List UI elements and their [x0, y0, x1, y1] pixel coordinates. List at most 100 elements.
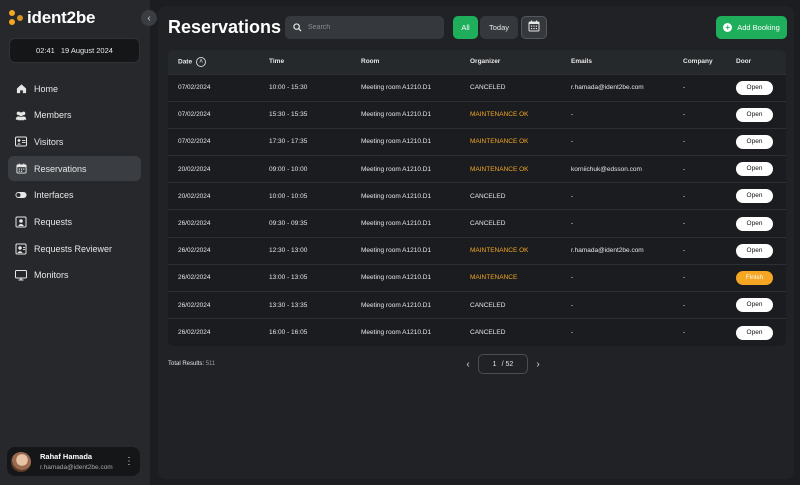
filter-all-button[interactable]: All [453, 16, 478, 39]
door-open-button[interactable]: Open [736, 107, 773, 122]
home-icon [15, 83, 27, 95]
cell-room: Meeting room A1210.D1 [361, 111, 432, 119]
column-header-room: Room [361, 58, 380, 66]
total-results: Total Results: 511 [168, 361, 215, 367]
sidebar-item-monitors[interactable]: Monitors [8, 263, 141, 288]
door-finish-button[interactable]: Finish [736, 270, 773, 285]
cell-email: - [571, 192, 574, 200]
user-info: Rahaf Hamada r.hamada@ident2be.com [40, 452, 124, 471]
cell-date: 26/02/2024 [178, 274, 211, 282]
sort-icon[interactable]: ˄ [196, 56, 207, 67]
column-header-organizer: Organizer [470, 58, 501, 66]
clock-date: 19 August 2024 [60, 46, 113, 55]
column-header-date[interactable]: Date ˄ [168, 50, 259, 74]
cell-time: 09:00 - 10:00 [269, 165, 308, 173]
add-booking-button[interactable]: + Add Booking [716, 16, 787, 39]
cell-organizer: CANCELED [470, 220, 506, 228]
cell-room: Meeting room A1210.D1 [361, 84, 432, 92]
cell-time: 12:30 - 13:00 [269, 247, 308, 255]
sidebar-item-label: Requests [34, 216, 73, 227]
search-icon [293, 19, 302, 37]
door-open-button[interactable]: Open [736, 216, 773, 231]
sidebar-item-label: Visitors [34, 136, 64, 147]
table-row[interactable]: 26/02/2024 13:00 - 13:05 Meeting room A1… [168, 264, 786, 291]
calendar-icon [528, 19, 540, 37]
date-picker-button[interactable] [521, 16, 547, 39]
cell-room: Meeting room A1210.D1 [361, 301, 432, 309]
table-row[interactable]: 20/02/2024 09:00 - 10:00 Meeting room A1… [168, 155, 786, 183]
table-row[interactable]: 26/02/2024 16:00 - 16:05 Meeting room A1… [168, 318, 786, 346]
page-title: Reservations [168, 17, 282, 37]
reservations-table: Date ˄ Time Room Organizer Emails Company… [168, 50, 786, 346]
sidebar-item-label: Members [34, 110, 72, 121]
sidebar-item-requests[interactable]: Requests [8, 209, 141, 234]
cell-organizer: CANCELED [470, 192, 506, 200]
brand-logo[interactable]: ident2be [9, 8, 96, 28]
more-options-icon[interactable]: ⋮ [124, 456, 134, 467]
table-row[interactable]: 26/02/2024 12:30 - 13:00 Meeting room A1… [168, 237, 786, 264]
door-open-button[interactable]: Open [736, 243, 773, 258]
sidebar-item-reservations[interactable]: Reservations [8, 156, 141, 182]
search-box[interactable] [285, 16, 444, 39]
user-email: r.hamada@ident2be.com [40, 464, 113, 471]
user-name: Rahaf Hamada [40, 452, 93, 461]
door-open-button[interactable]: Open [736, 189, 773, 204]
cell-room: Meeting room A1210.D1 [361, 247, 432, 255]
cell-date: 26/02/2024 [178, 329, 211, 337]
cell-company: - [683, 192, 686, 200]
sidebar-item-members[interactable]: Members [8, 103, 141, 128]
table-row[interactable]: 07/02/2024 17:30 - 17:35 Meeting room A1… [168, 128, 786, 155]
add-booking-label: Add Booking [737, 23, 780, 32]
cell-room: Meeting room A1210.D1 [361, 192, 432, 200]
collapse-sidebar-button[interactable]: ‹ [141, 10, 157, 26]
door-open-button[interactable]: Open [736, 80, 773, 95]
page-indicator[interactable]: 1 / 52 [478, 354, 528, 374]
sidebar-item-home[interactable]: Home [8, 76, 141, 101]
cell-company: - [683, 111, 686, 119]
user-profile-card[interactable]: Rahaf Hamada r.hamada@ident2be.com ⋮ [7, 447, 140, 476]
door-open-button[interactable]: Open [736, 325, 773, 340]
members-icon [15, 109, 27, 121]
cell-organizer: MAINTENANCE [470, 274, 518, 282]
date-time-display: 02:41 19 August 2024 [9, 38, 140, 63]
sidebar: ident2be 02:41 19 August 2024 Home Membe… [0, 0, 150, 485]
clock-time: 02:41 [36, 46, 55, 55]
total-results-label: Total Results: [168, 361, 205, 367]
total-results-value: 511 [205, 361, 216, 367]
table-row[interactable]: 26/02/2024 09:30 - 09:35 Meeting room A1… [168, 209, 786, 237]
cell-company: - [683, 165, 686, 173]
table-row[interactable]: 07/02/2024 15:30 - 15:35 Meeting room A1… [168, 101, 786, 128]
table-row[interactable]: 20/02/2024 10:00 - 10:05 Meeting room A1… [168, 182, 786, 210]
cell-organizer: MAINTENANCE OK [470, 138, 529, 146]
door-open-button[interactable]: Open [736, 298, 773, 313]
logo-icon [9, 10, 25, 26]
current-page[interactable]: 1 [493, 361, 497, 368]
previous-page-icon[interactable]: ‹ [461, 359, 475, 370]
cell-date: 20/02/2024 [178, 192, 211, 200]
reviewer-icon [15, 243, 27, 255]
search-input[interactable] [308, 24, 438, 31]
cell-email: - [571, 274, 574, 282]
sidebar-item-label: Home [34, 83, 59, 94]
filter-today-button[interactable]: Today [480, 16, 518, 39]
calendar-icon [15, 163, 27, 175]
sidebar-item-visitors[interactable]: Visitors [8, 129, 141, 154]
door-open-button[interactable]: Open [736, 134, 773, 149]
cell-time: 09:30 - 09:35 [269, 220, 308, 228]
sidebar-item-interfaces[interactable]: Interfaces [8, 183, 141, 208]
sidebar-item-label: Reservations [34, 163, 87, 174]
avatar [11, 451, 31, 472]
sidebar-item-requests-reviewer[interactable]: Requests Reviewer [8, 236, 141, 261]
table-row[interactable]: 26/02/2024 13:30 - 13:35 Meeting room A1… [168, 291, 786, 319]
toggle-icon [15, 189, 27, 201]
total-pages: 52 [505, 360, 514, 368]
cell-email: - [571, 301, 574, 309]
cell-email: - [571, 220, 574, 228]
cell-company: - [683, 220, 686, 228]
cell-email: - [571, 138, 574, 146]
next-page-icon[interactable]: › [531, 359, 545, 370]
table-row[interactable]: 07/02/2024 10:00 - 15:30 Meeting room A1… [168, 74, 786, 101]
monitor-icon [15, 269, 27, 281]
cell-email: korniichuk@edsson.com [571, 165, 642, 173]
door-open-button[interactable]: Open [736, 162, 773, 177]
